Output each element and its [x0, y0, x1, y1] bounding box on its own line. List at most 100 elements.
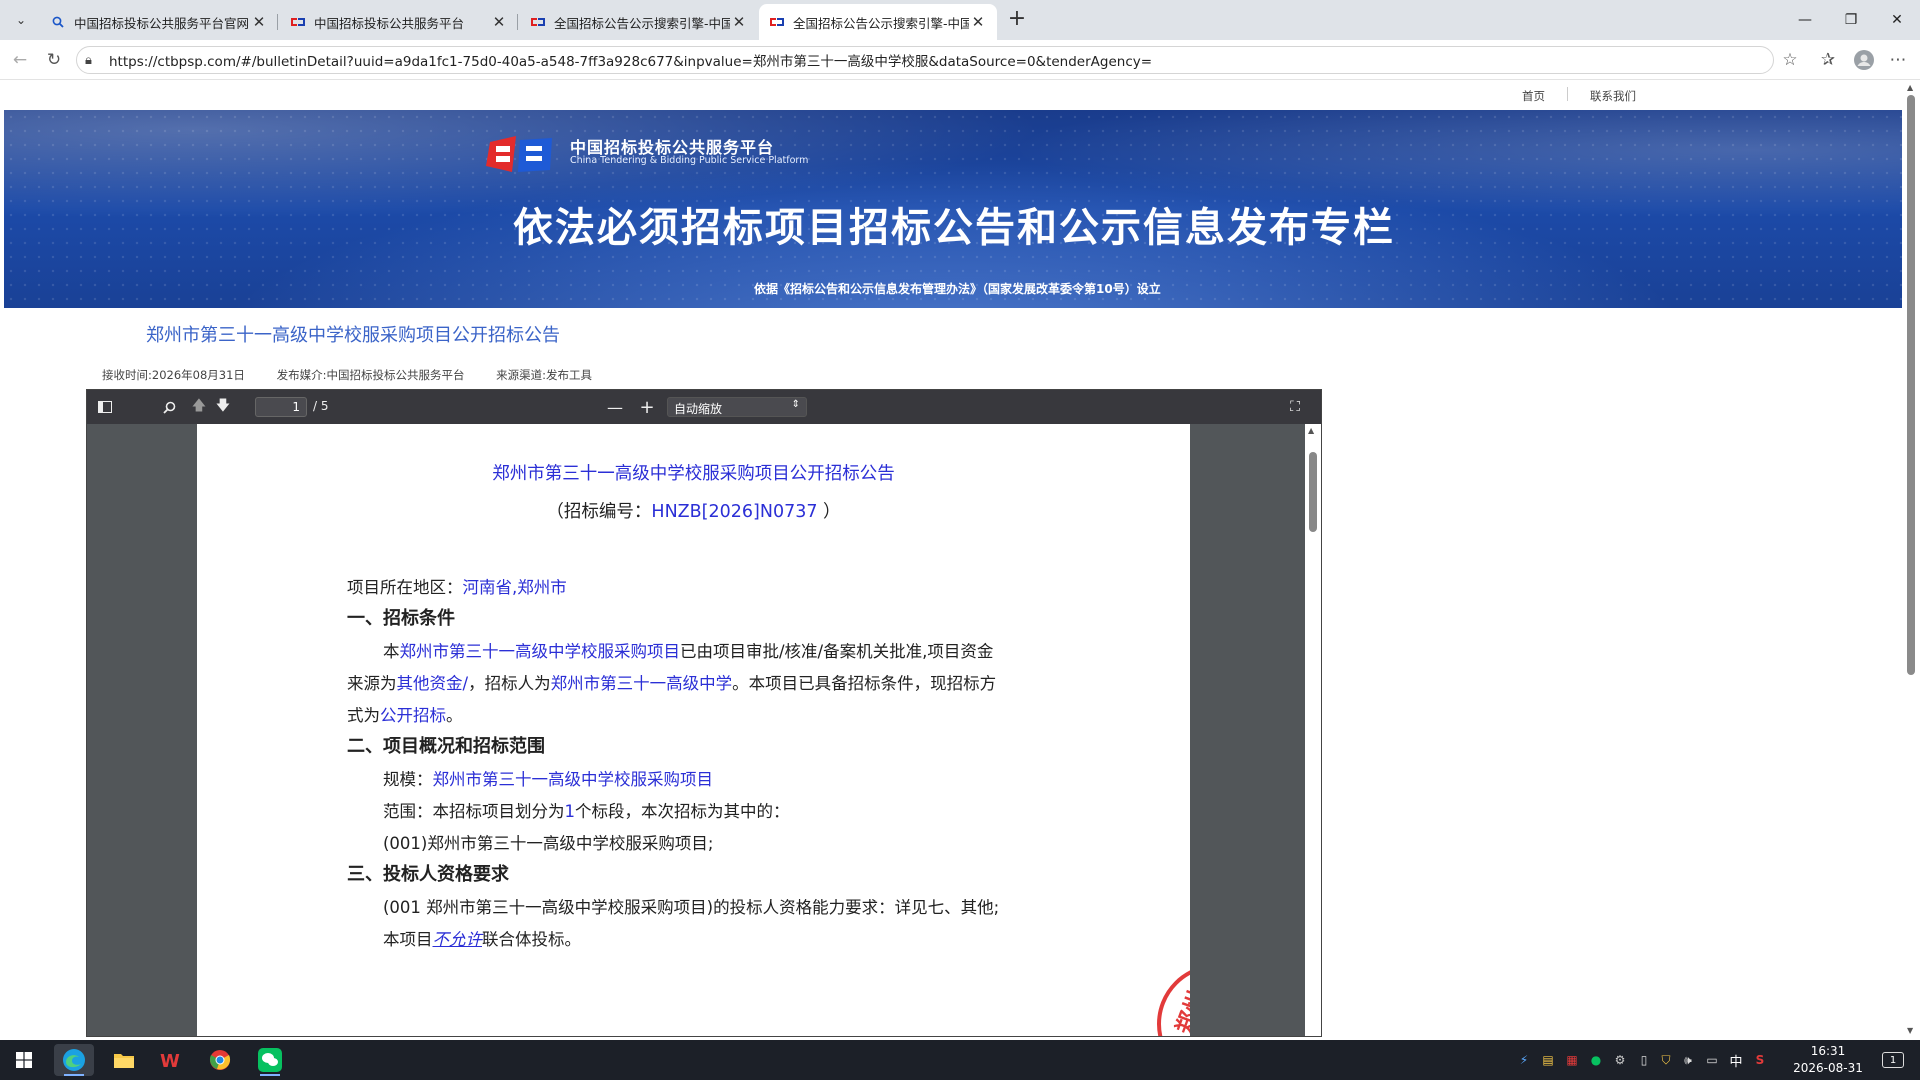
close-window-button[interactable]: ✕: [1874, 0, 1920, 40]
joint-bid-line: 本项目不允许联合体投标。: [383, 930, 581, 949]
address-bar[interactable]: 🔒︎ https://ctbpsp.com/#/bulletinDetail?u…: [76, 46, 1774, 74]
official-seal: 郑州: [1157, 964, 1190, 1036]
sogou-ime-icon[interactable]: S: [1752, 1052, 1768, 1068]
tab-title: 全国招标公告公示搜索引擎-中国招: [793, 15, 969, 31]
edge-icon[interactable]: [54, 1044, 94, 1076]
paragraph-line: 本郑州市第三十一高级中学校服采购项目已由项目审批/核准/备案机关批准,项目资金: [383, 642, 994, 661]
ime-indicator[interactable]: 中: [1728, 1052, 1744, 1070]
doc-title: 郑州市第三十一高级中学校服采购项目公开招标公告: [492, 464, 895, 484]
pdf-page-area[interactable]: 郑州市第三十一高级中学校服采购项目公开招标公告 （招标编号：HNZB[2026]…: [87, 424, 1321, 1036]
pdf-scroll-thumb[interactable]: [1309, 452, 1317, 532]
url-text[interactable]: https://ctbpsp.com/#/bulletinDetail?uuid…: [109, 50, 1152, 70]
publish-media: 发布媒介:中国招标投标公共服务平台: [276, 368, 465, 382]
start-icon[interactable]: [4, 1044, 44, 1076]
chevron-updown-icon: ⇕: [791, 399, 800, 410]
chrome-icon[interactable]: [200, 1044, 240, 1076]
scope-line: 范围：本招标项目划分为1个标段，本次招标为其中的：: [383, 802, 790, 821]
close-tab-icon[interactable]: ✕: [490, 13, 508, 31]
tab-actions-menu-icon[interactable]: ⌄: [8, 8, 34, 32]
tab-4-active[interactable]: 全国招标公告公示搜索引擎-中国招 ✕: [759, 4, 997, 40]
fullscreen-icon[interactable]: ⛶: [1283, 396, 1307, 418]
tray-phone-icon[interactable]: ▯: [1636, 1052, 1652, 1068]
close-tab-icon[interactable]: ✕: [730, 13, 748, 31]
zoom-value: 自动缩放: [674, 402, 723, 416]
sidebar-toggle-icon[interactable]: [93, 396, 117, 418]
section-heading: 三、投标人资格要求: [347, 864, 509, 885]
web-page: 首页 联系我们 中国招标投标公共服务平台 China Tendering & B…: [4, 81, 1904, 1037]
pdf-viewer: 🡅︎ 🡇︎ 1 / 5 — + 自动缩放 ⇕ ⛶ 郑州市第三十一高级中学校服采购…: [86, 389, 1322, 1037]
section-heading: 二、项目概况和招标范围: [347, 736, 545, 757]
back-icon[interactable]: ←: [8, 48, 32, 72]
find-icon[interactable]: [157, 396, 181, 418]
bulletin-title: 郑州市第三十一高级中学校服采购项目公开招标公告: [146, 325, 560, 346]
page-scroll-thumb[interactable]: [1907, 95, 1915, 675]
pdf-scrollbar[interactable]: ▲: [1305, 424, 1321, 1036]
minimize-button[interactable]: —: [1782, 0, 1828, 40]
next-page-icon[interactable]: 🡇︎: [211, 396, 235, 418]
region-line: 项目所在地区：河南省,郑州市: [347, 578, 567, 597]
tab-title: 全国招标公告公示搜索引擎-中国招: [554, 15, 730, 31]
svg-text:W: W: [160, 1051, 180, 1071]
zoom-out-icon[interactable]: —: [603, 396, 627, 418]
tray-wechat-icon[interactable]: ●: [1588, 1052, 1604, 1068]
wps-icon[interactable]: W: [150, 1044, 190, 1076]
notification-badge[interactable]: 1: [1882, 1052, 1904, 1068]
pdf-page: 郑州市第三十一高级中学校服采购项目公开招标公告 （招标编号：HNZB[2026]…: [197, 424, 1190, 1036]
restore-button[interactable]: ❐: [1828, 0, 1874, 40]
scale-line: 规模：郑州市第三十一高级中学校服采购项目: [383, 770, 713, 789]
tray-grid-icon[interactable]: ▦: [1564, 1052, 1580, 1068]
tray-folder-icon[interactable]: ▤: [1540, 1052, 1556, 1068]
system-clock[interactable]: 16:31 2026-08-31: [1786, 1043, 1870, 1077]
source-channel: 来源渠道:发布工具: [496, 368, 592, 382]
page-number-input[interactable]: 1: [255, 397, 307, 417]
profile-avatar[interactable]: [1852, 48, 1876, 72]
tray-security-icon[interactable]: ⛉: [1658, 1052, 1674, 1068]
wechat-icon[interactable]: [250, 1044, 290, 1076]
tab-title: 中国招标投标公共服务平台: [314, 15, 465, 31]
clock-date: 2026-08-31: [1793, 1061, 1863, 1075]
site-info-icon[interactable]: 🔒︎: [85, 53, 105, 68]
site-banner: 中国招标投标公共服务平台 China Tendering & Bidding P…: [4, 110, 1904, 308]
zoom-select[interactable]: 自动缩放 ⇕: [667, 397, 807, 417]
new-tab-button[interactable]: +: [1003, 8, 1031, 32]
search-icon: [50, 14, 66, 30]
home-link[interactable]: 首页: [1522, 88, 1545, 104]
contact-link[interactable]: 联系我们: [1590, 88, 1636, 104]
close-tab-icon[interactable]: ✕: [250, 13, 268, 31]
previous-page-icon[interactable]: 🡅︎: [187, 396, 211, 418]
paragraph-line: 来源为其他资金/，招标人为郑州市第三十一高级中学。本项目已具备招标条件，现招标方: [347, 674, 997, 693]
refresh-icon[interactable]: ↻: [42, 48, 66, 72]
file-explorer-icon[interactable]: [104, 1044, 144, 1076]
volume-icon[interactable]: 🕪︎: [1680, 1052, 1696, 1068]
qualification-line: (001 郑州市第三十一高级中学校服采购项目)的投标人资格能力要求：详见七、其他…: [383, 898, 1000, 917]
banner-basis: 依据《招标公告和公示信息发布管理办法》（国家发展改革委令第10号）设立: [754, 282, 1161, 296]
pdf-toolbar: 🡅︎ 🡇︎ 1 / 5 — + 自动缩放 ⇕ ⛶: [87, 390, 1321, 424]
tab-1[interactable]: 中国招标投标公共服务平台官网 - 前 ✕: [40, 4, 278, 40]
favorite-star-icon[interactable]: ☆: [1778, 48, 1802, 72]
display-icon[interactable]: ▭: [1704, 1052, 1720, 1068]
site-logo-icon: [769, 14, 785, 30]
bulletin-meta: 接收时间:2026年08月31日 发布媒介:中国招标投标公共服务平台 来源渠道:…: [102, 367, 620, 383]
site-logo-icon: [530, 14, 546, 30]
site-logo-icon: [290, 14, 306, 30]
zoom-in-icon[interactable]: +: [635, 396, 659, 418]
favorites-icon[interactable]: ✰: [1816, 48, 1840, 72]
tab-2[interactable]: 中国招标投标公共服务平台 ✕: [280, 4, 518, 40]
logo-title-en: China Tendering & Bidding Public Service…: [570, 155, 809, 166]
tender-code-line: （招标编号：HNZB[2026]N0737 ）: [546, 502, 841, 522]
tray-app-icon[interactable]: ⚡: [1516, 1052, 1532, 1068]
browser-window: ⌄ 中国招标投标公共服务平台官网 - 前 ✕ 中国招标投标公共服务平台 ✕ 全国…: [0, 0, 1920, 1080]
site-top-nav: 首页 联系我们: [4, 81, 1904, 109]
page-scrollbar[interactable]: ▲ ▼: [1902, 81, 1920, 1037]
tender-code: HNZB[2026]N0737: [651, 502, 818, 522]
close-tab-icon[interactable]: ✕: [969, 13, 987, 31]
section-heading: 一、招标条件: [347, 608, 455, 629]
settings-more-icon[interactable]: ⋯: [1886, 48, 1910, 72]
navigation-bar: ← ↻ 🔒︎ https://ctbpsp.com/#/bulletinDeta…: [0, 40, 1920, 80]
tab-strip: ⌄ 中国招标投标公共服务平台官网 - 前 ✕ 中国招标投标公共服务平台 ✕ 全国…: [0, 0, 1920, 40]
tab-3[interactable]: 全国招标公告公示搜索引擎-中国招 ✕: [520, 4, 758, 40]
received-time: 接收时间:2026年08月31日: [102, 368, 245, 382]
banner-title: 依法必须招标项目招标公告和公示信息发布专栏: [513, 205, 1395, 251]
tray-network-icon[interactable]: ⚙: [1612, 1052, 1628, 1068]
tab-title: 中国招标投标公共服务平台官网 - 前: [74, 15, 250, 31]
